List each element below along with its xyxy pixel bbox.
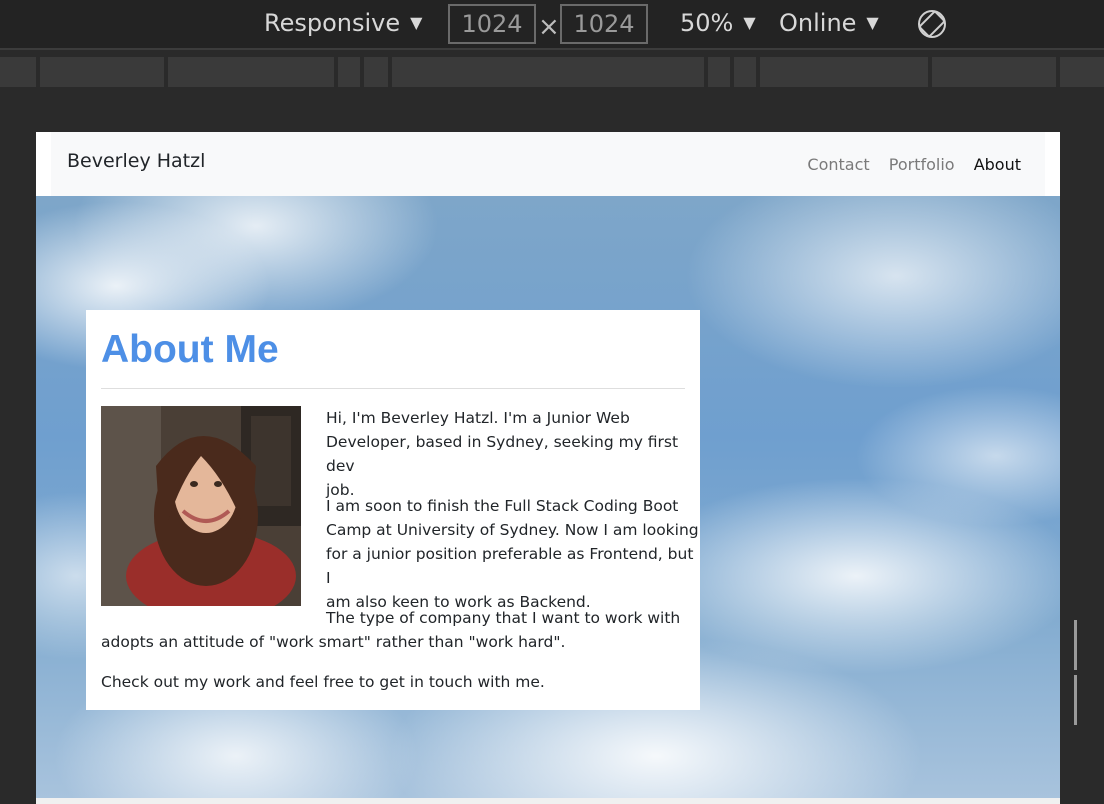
media-query-segment[interactable] — [168, 57, 334, 87]
zoom-label: 50% — [680, 9, 734, 37]
nav-link-portfolio[interactable]: Portfolio — [889, 155, 955, 174]
device-label: Responsive — [264, 9, 401, 37]
media-query-segment[interactable] — [734, 57, 756, 87]
media-query-segment[interactable] — [364, 57, 388, 87]
page-title: About Me — [101, 328, 279, 371]
text-line: Hi, I'm Beverley Hatzl. I'm a Junior Web — [326, 409, 630, 427]
divider — [101, 388, 685, 389]
media-query-segment[interactable] — [708, 57, 730, 87]
chevron-down-icon: ▼ — [866, 13, 879, 32]
chevron-down-icon: ▼ — [743, 13, 756, 32]
height-input[interactable]: 1024 — [560, 4, 648, 44]
media-query-bar — [0, 53, 1104, 87]
nav-links: Contact Portfolio About — [793, 155, 1021, 174]
intro-paragraph: Hi, I'm Beverley Hatzl. I'm a Junior Web… — [326, 406, 700, 502]
devtools-toolbar: Responsive ▼ 1024 × 1024 50% ▼ Online ▼ — [0, 0, 1104, 50]
media-query-segment[interactable] — [760, 57, 928, 87]
rotate-icon[interactable] — [916, 8, 948, 40]
network-dropdown[interactable]: Online ▼ — [779, 9, 879, 37]
text-line: for a junior position preferable as Fron… — [326, 545, 694, 587]
network-label: Online — [779, 9, 857, 37]
media-query-segment[interactable] — [40, 57, 164, 87]
text-line: I am soon to finish the Full Stack Codin… — [326, 497, 679, 515]
profile-photo — [101, 406, 301, 606]
about-card: About Me Hi, I'm Beverley Hatzl. I'm a J… — [86, 310, 700, 710]
times-icon: × — [538, 12, 560, 42]
media-query-segment[interactable] — [392, 57, 704, 87]
device-dropdown[interactable]: Responsive ▼ — [264, 9, 422, 37]
media-query-segment[interactable] — [338, 57, 360, 87]
company-paragraph-line1: The type of company that I want to work … — [326, 609, 681, 627]
bootcamp-paragraph: I am soon to finish the Full Stack Codin… — [326, 494, 700, 614]
page-bottom — [36, 798, 1060, 804]
nav-link-contact[interactable]: Contact — [807, 155, 869, 174]
width-input[interactable]: 1024 — [448, 4, 536, 44]
media-query-segment[interactable] — [1060, 57, 1104, 87]
contact-paragraph: Check out my work and feel free to get i… — [101, 673, 545, 691]
media-query-segment[interactable] — [0, 57, 36, 87]
text-line: Developer, based in Sydney, seeking my f… — [326, 433, 679, 475]
media-query-segment[interactable] — [932, 57, 1056, 87]
site-brand[interactable]: Beverley Hatzl — [67, 150, 205, 172]
resize-handle[interactable] — [1074, 620, 1084, 725]
site-navbar: Beverley Hatzl Contact Portfolio About — [51, 132, 1045, 197]
zoom-dropdown[interactable]: 50% ▼ — [680, 9, 756, 37]
sky-background: About Me Hi, I'm Beverley Hatzl. I'm a J… — [36, 196, 1060, 798]
responsive-viewport: Beverley Hatzl Contact Portfolio About A… — [36, 132, 1060, 804]
chevron-down-icon: ▼ — [410, 13, 423, 32]
company-paragraph-line2: adopts an attitude of "work smart" rathe… — [101, 633, 566, 651]
nav-link-about[interactable]: About — [974, 155, 1021, 174]
text-line: Camp at University of Sydney. Now I am l… — [326, 521, 699, 539]
